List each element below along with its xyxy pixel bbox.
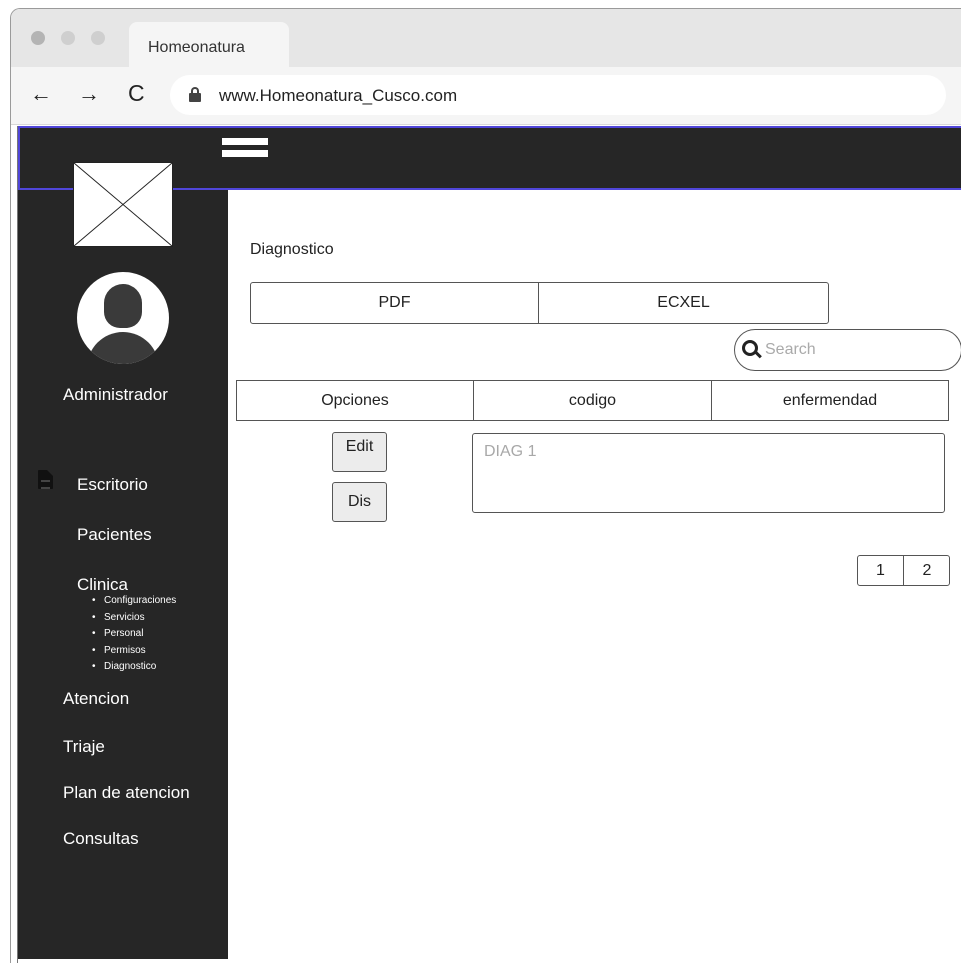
sidebar-item-triaje[interactable]: Triaje [63, 737, 105, 757]
table-header: Opciones codigo enfermendad [236, 380, 949, 421]
browser-window: Homeonatura ← → C www.Homeonatura_Cusco.… [10, 8, 961, 963]
close-window-dot[interactable] [31, 31, 45, 45]
sidebar-item-atencion[interactable]: Atencion [63, 689, 129, 709]
avatar[interactable] [77, 272, 169, 364]
column-header-enfermendad: enfermendad [782, 392, 878, 409]
page-title: Diagnostico [250, 241, 334, 258]
tab-title: Homeonatura [148, 39, 245, 56]
column-header-opciones: Opciones [237, 381, 474, 420]
document-icon [38, 470, 53, 489]
app-page: Administrador Escritorio Pacientes Clini… [17, 126, 961, 963]
url-field[interactable]: www.Homeonatura_Cusco.com [170, 75, 946, 115]
submenu-item-diagnostico[interactable]: Diagnostico [90, 659, 176, 676]
excel-button[interactable]: ECXEL [539, 283, 828, 323]
minimize-window-dot[interactable] [61, 31, 75, 45]
pagination: 1 2 [857, 555, 950, 586]
lock-icon [189, 87, 201, 102]
sidebar: Administrador Escritorio Pacientes Clini… [18, 162, 228, 959]
logo-image-placeholder [73, 162, 173, 247]
submenu-item-permisos[interactable]: Permisos [90, 643, 176, 660]
forward-arrow-icon[interactable]: → [78, 81, 100, 107]
page-button-2[interactable]: 2 [904, 556, 950, 585]
submenu-item-configuraciones[interactable]: Configuraciones [90, 593, 176, 610]
clinica-submenu: Configuraciones Servicios Personal Permi… [90, 593, 176, 676]
column-header-codigo: codigo [474, 381, 712, 420]
browser-tab[interactable]: Homeonatura [129, 22, 289, 67]
search-box [734, 329, 961, 371]
sidebar-item-consultas[interactable]: Consultas [63, 829, 139, 849]
sidebar-item-clinica[interactable]: Clinica [77, 575, 128, 595]
pdf-button[interactable]: PDF [251, 283, 539, 323]
edit-button[interactable]: Edit [332, 432, 387, 472]
submenu-item-servicios[interactable]: Servicios [90, 610, 176, 627]
hamburger-menu-icon[interactable] [222, 138, 268, 162]
maximize-window-dot[interactable] [91, 31, 105, 45]
user-name: Administrador [63, 385, 168, 404]
sidebar-item-pacientes[interactable]: Pacientes [77, 525, 152, 545]
diagnosis-field-placeholder: DIAG 1 [484, 443, 537, 460]
edit-button-label: Edit [345, 438, 374, 455]
sidebar-item-plan-de-atencion[interactable]: Plan de atencion [63, 783, 190, 803]
url-text: www.Homeonatura_Cusco.com [219, 86, 458, 105]
sidebar-item-escritorio[interactable]: Escritorio [77, 475, 148, 495]
main-content: Diagnostico PDF ECXEL Opciones codigo en… [228, 190, 961, 960]
tab-bar: Homeonatura [11, 9, 961, 67]
dis-button-label: Dis [347, 493, 372, 510]
back-arrow-icon[interactable]: ← [30, 81, 52, 107]
address-bar: ← → C www.Homeonatura_Cusco.com [11, 67, 961, 125]
page-button-1[interactable]: 1 [858, 556, 904, 585]
dis-button[interactable]: Dis [332, 482, 387, 522]
diagnosis-field[interactable]: DIAG 1 [472, 433, 945, 513]
reload-icon[interactable]: C [128, 80, 145, 106]
search-icon[interactable] [742, 340, 762, 360]
search-input[interactable] [765, 339, 945, 361]
export-button-group: PDF ECXEL [250, 282, 829, 324]
submenu-item-personal[interactable]: Personal [90, 626, 176, 643]
